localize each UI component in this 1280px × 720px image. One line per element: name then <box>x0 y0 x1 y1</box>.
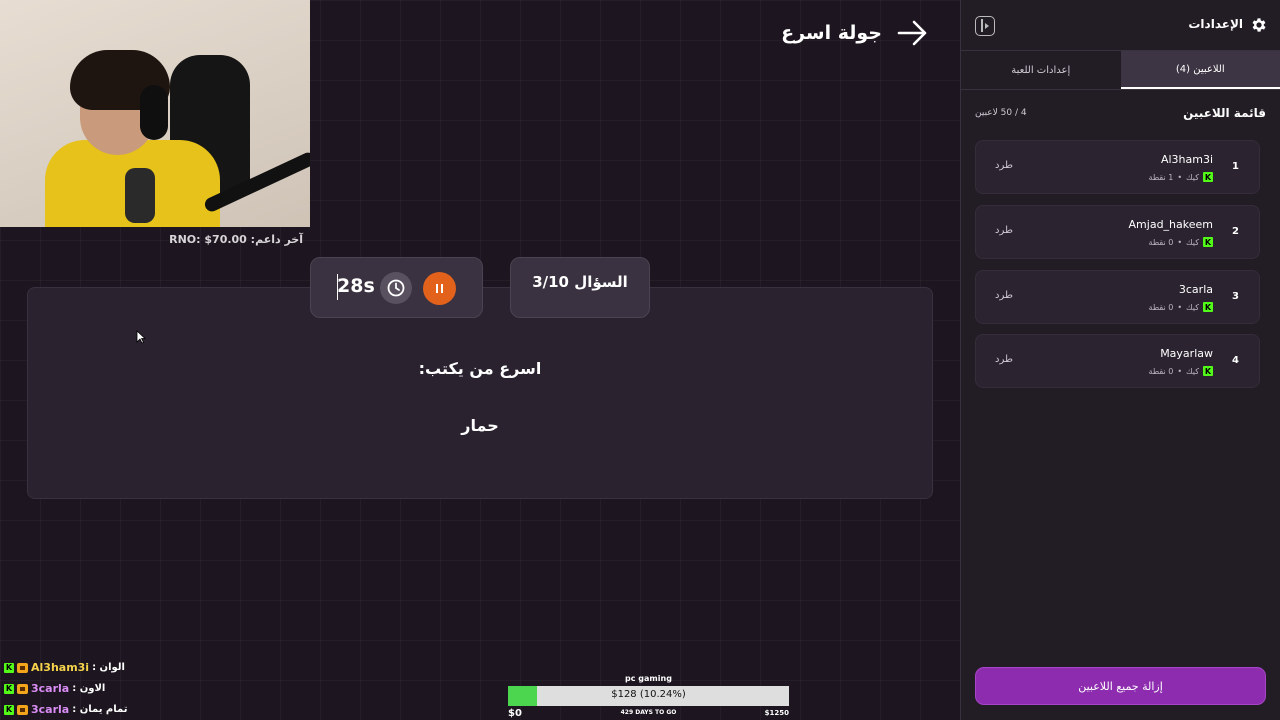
panel-title: الإعدادات <box>1188 17 1243 31</box>
player-points: 1 نقطة <box>1148 172 1174 182</box>
kick-player-button[interactable]: طرد <box>995 160 1013 171</box>
player-list-header: 4 / 50 لاعبين قائمة اللاعبين <box>961 90 1280 135</box>
player-name: Mayarlaw <box>1160 347 1213 360</box>
kick-platform-icon: K <box>1203 172 1213 182</box>
goal-title: pc gaming <box>625 674 672 683</box>
player-list-title: قائمة اللاعبين <box>1183 106 1266 120</box>
kick-platform-icon: K <box>1203 237 1213 247</box>
kick-player-button[interactable]: طرد <box>995 354 1013 365</box>
question-number: السؤال 3/10 <box>532 273 628 291</box>
last-donor: آخر داعم: RNO: $70.00 <box>169 233 303 246</box>
kick-badge-icon: K <box>4 683 14 694</box>
chat-username: 3carla <box>31 703 70 716</box>
mouse-cursor-icon <box>136 330 146 344</box>
gear-icon <box>1252 18 1266 32</box>
crown-badge-icon <box>17 662 28 673</box>
panel-tabs: إعدادات اللعبة اللاعبين (4) <box>961 51 1280 90</box>
settings-panel: الإعدادات إعدادات اللعبة اللاعبين (4) 4 … <box>960 0 1280 720</box>
crown-badge-icon <box>17 704 28 715</box>
tab-players[interactable]: اللاعبين (4) <box>1120 51 1280 89</box>
question-prompt: اسرع من يكتب: <box>418 359 542 378</box>
player-rank: 2 <box>1232 226 1239 237</box>
player-count: 4 / 50 لاعبين <box>975 108 1027 118</box>
crown-badge-icon <box>17 683 28 694</box>
player-card: 4 Mayarlaw K كيك • 0 نقطة طرد <box>975 334 1260 388</box>
chat-text: الاون : <box>72 683 106 694</box>
separator-dot: • <box>1177 302 1183 312</box>
kick-badge-icon: K <box>4 662 14 673</box>
goal-progress-bar: $128 (10.24%) <box>508 686 789 706</box>
separator-dot: • <box>1177 172 1183 182</box>
remove-all-players-button[interactable]: إزالة جميع اللاعبين <box>975 667 1266 705</box>
player-meta: K كيك • 0 نقطة <box>1149 237 1213 247</box>
webcam-feed <box>0 0 310 227</box>
pause-icon <box>436 284 443 293</box>
player-rank: 4 <box>1232 355 1239 366</box>
chat-username: Al3ham3i <box>31 661 90 674</box>
tab-game-settings[interactable]: إعدادات اللعبة <box>961 51 1121 89</box>
player-card: 3 3carla K كيك • 0 نقطة طرد <box>975 270 1260 324</box>
player-rank: 1 <box>1232 161 1239 172</box>
player-name: Al3ham3i <box>1160 153 1213 166</box>
player-name: 3carla <box>1178 283 1213 296</box>
player-platform: كيك <box>1186 237 1199 247</box>
player-rank: 3 <box>1232 291 1239 302</box>
chat-text: تمام يمان : <box>72 704 128 715</box>
goal-days-label: 429 DAYS TO GO <box>620 709 677 716</box>
player-meta: K كيك • 0 نقطة <box>1149 302 1213 312</box>
player-points: 0 نقطة <box>1148 302 1174 312</box>
chat-username: 3carla <box>31 682 70 695</box>
clock-button[interactable] <box>380 272 412 304</box>
webcam-headset <box>140 85 168 140</box>
kick-player-button[interactable]: طرد <box>995 225 1013 236</box>
round-header: جولة اسرع <box>781 18 930 48</box>
kick-platform-icon: K <box>1203 366 1213 376</box>
donation-goal: pc gaming $128 (10.24%) $0 429 DAYS TO G… <box>508 674 789 720</box>
goal-labels: $0 429 DAYS TO GO $1250 <box>508 706 789 719</box>
player-meta: K كيك • 0 نقطة <box>1149 366 1213 376</box>
player-meta: K كيك • 1 نقطة <box>1149 172 1213 182</box>
timer-value: 28s <box>337 275 375 297</box>
collapse-panel-button[interactable] <box>975 16 995 36</box>
chat-message: K Al3ham3i الوان : <box>4 657 184 678</box>
question-number-box: السؤال 3/10 <box>510 257 650 318</box>
player-card: 2 Amjad_hakeem K كيك • 0 نقطة طرد <box>975 205 1260 259</box>
player-name: Amjad_hakeem <box>1128 218 1213 231</box>
clock-icon <box>387 279 405 297</box>
timer-box: 28s <box>310 257 483 318</box>
player-points: 0 نقطة <box>1148 366 1174 376</box>
separator-dot: • <box>1177 366 1183 376</box>
chat-text: الوان : <box>92 662 125 673</box>
goal-max-label: $1250 <box>764 709 789 717</box>
player-card: 1 Al3ham3i K كيك • 1 نقطة طرد <box>975 140 1260 194</box>
kick-platform-icon: K <box>1203 302 1213 312</box>
player-platform: كيك <box>1186 172 1199 182</box>
kick-player-button[interactable]: طرد <box>995 290 1013 301</box>
question-card: اسرع من يكتب: حمار <box>27 287 933 499</box>
player-platform: كيك <box>1186 366 1199 376</box>
player-platform: كيك <box>1186 302 1199 312</box>
separator-dot: • <box>1177 237 1183 247</box>
panel-header: الإعدادات <box>961 0 1280 51</box>
kick-badge-icon: K <box>4 704 14 715</box>
goal-amount: $128 (10.24%) <box>611 689 686 700</box>
arrow-right-icon[interactable] <box>896 18 930 48</box>
pause-button[interactable] <box>423 272 456 305</box>
player-points: 0 نقطة <box>1148 237 1174 247</box>
question-word: حمار <box>461 416 499 435</box>
chat-overlay: K Al3ham3i الوان : K 3carla الاون : K 3c… <box>4 657 184 720</box>
round-title: جولة اسرع <box>781 22 882 44</box>
chat-message: K 3carla تمام يمان : <box>4 699 184 720</box>
chat-message: K 3carla الاون : <box>4 678 184 699</box>
webcam-microphone <box>125 168 155 223</box>
